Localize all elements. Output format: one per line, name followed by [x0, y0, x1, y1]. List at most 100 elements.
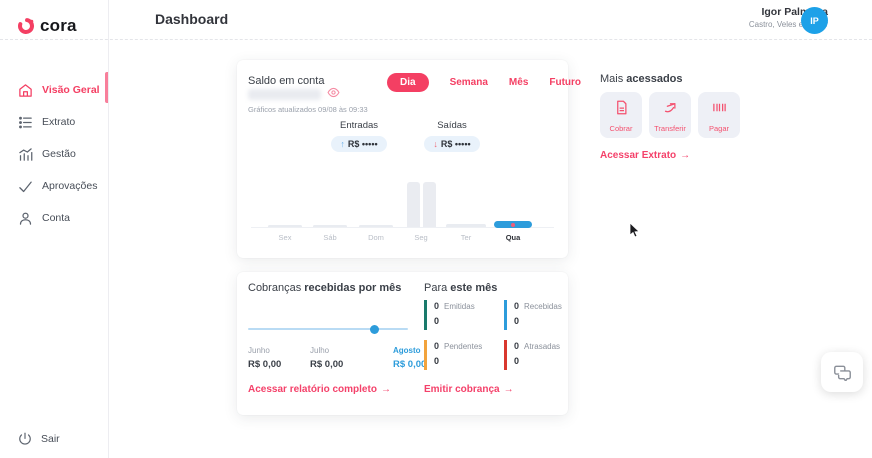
tab-mes[interactable]: Mês — [509, 77, 528, 88]
sidebar-item-label: Visão Geral — [42, 84, 100, 96]
line-chart-point — [370, 325, 379, 334]
emitir-cobranca-link[interactable]: Emitir cobrança → — [424, 384, 514, 395]
chart-icon — [18, 147, 33, 162]
balance-hidden-value — [248, 89, 321, 100]
eye-icon — [327, 86, 340, 99]
quick-access-title-prefix: Mais — [600, 73, 623, 85]
arrow-down-icon: ↓ — [433, 139, 438, 149]
charts-updated-text: Gráficos atualizados 09/08 às 09:33 — [248, 105, 368, 114]
sidebar-item-label: Gestão — [42, 148, 76, 160]
tab-dia[interactable]: Dia — [387, 73, 429, 92]
user-icon — [18, 211, 33, 226]
bar-seg — [407, 182, 420, 228]
stat-count: 0 — [514, 341, 519, 351]
charges-title-prefix: Cobranças — [248, 282, 301, 294]
line-chart-track — [248, 328, 408, 330]
cobrar-button[interactable]: Cobrar — [600, 92, 642, 138]
page-title: Dashboard — [155, 11, 228, 27]
logout-button[interactable]: Sair — [18, 432, 60, 446]
stat-label: Recebidas — [524, 302, 562, 311]
month-label: Julho — [310, 346, 343, 355]
stat-label: Atrasadas — [524, 342, 560, 351]
statement-icon — [18, 115, 33, 130]
stat-recebidas: 0Recebidas 0 — [504, 300, 580, 330]
sidebar-item-gestao[interactable]: Gestão — [18, 142, 106, 166]
month-summary-title: Paraeste mês — [424, 282, 497, 294]
mouse-cursor — [629, 222, 641, 238]
outflow-value-pill: ↓ R$ ••••• — [424, 136, 479, 152]
transferir-label: Transferir — [654, 124, 686, 133]
tab-semana[interactable]: Semana — [450, 77, 488, 88]
stat-count: 0 — [434, 301, 439, 311]
inflow-value: R$ ••••• — [348, 139, 378, 149]
balance-card: Saldo em conta Gráficos atualizados 09/0… — [237, 60, 568, 258]
month-value: R$ 0,00 — [310, 359, 343, 370]
brand-name: cora — [40, 16, 77, 36]
pagar-label: Pagar — [709, 124, 729, 133]
day-label: Sex — [279, 233, 292, 242]
acessar-extrato-label: Acessar Extrato — [600, 150, 676, 161]
charges-card: Cobrançasrecebidas por mês Junho R$ 0,00… — [237, 272, 568, 415]
avatar[interactable]: IP — [801, 7, 828, 34]
outflow-label: Saídas — [404, 120, 500, 131]
outflow-block: Saídas ↓ R$ ••••• — [404, 120, 500, 152]
stat-emitidas: 0Emitidas 0 — [424, 300, 500, 330]
sidebar-item-label: Extrato — [42, 116, 75, 128]
arrow-right-icon: → — [381, 384, 391, 395]
day-label-selected: Qua — [506, 233, 521, 242]
cora-logo: cora — [17, 16, 77, 36]
inflow-value-pill: ↑ R$ ••••• — [331, 136, 386, 152]
month-junho: Junho R$ 0,00 — [248, 346, 281, 370]
chat-icon — [833, 364, 852, 381]
transferir-button[interactable]: Transferir — [649, 92, 691, 138]
inflow-label: Entradas — [311, 120, 407, 131]
home-icon — [18, 83, 33, 98]
day-label: Seg — [414, 233, 427, 242]
month-summary-title-prefix: Para — [424, 282, 447, 294]
sidebar-item-extrato[interactable]: Extrato — [18, 110, 106, 134]
sidebar-item-aprovacoes[interactable]: Aprovações — [18, 174, 106, 198]
month-summary-title-bold: este mês — [450, 282, 497, 294]
day-label: Ter — [461, 233, 471, 242]
day-label: Sáb — [323, 233, 336, 242]
quick-actions: Cobrar Transferir Pagar — [600, 92, 740, 138]
invoice-icon — [614, 100, 629, 115]
acessar-relatorio-link[interactable]: Acessar relatório completo→ — [248, 384, 391, 395]
month-value: R$ 0,00 — [248, 359, 281, 370]
chat-widget-button[interactable] — [821, 352, 863, 392]
pagar-button[interactable]: Pagar — [698, 92, 740, 138]
day-label: Dom — [368, 233, 384, 242]
bar-seg-2 — [423, 182, 436, 228]
stat-value: 0 — [434, 316, 500, 326]
acessar-extrato-link[interactable]: Acessar Extrato → — [600, 150, 690, 161]
cora-logo-icon — [17, 17, 35, 35]
tab-futuro[interactable]: Futuro — [549, 77, 581, 88]
emitir-cobranca-label: Emitir cobrança — [424, 384, 500, 395]
sidebar-item-visao-geral[interactable]: Visão Geral — [18, 78, 106, 102]
charges-title-bold: recebidas por mês — [304, 282, 401, 294]
charges-title: Cobrançasrecebidas por mês — [248, 282, 401, 294]
stat-pendentes: 0Pendentes 0 — [424, 340, 500, 370]
period-tabs: Dia Semana Mês Futuro — [387, 73, 581, 92]
arrow-right-icon: → — [504, 384, 514, 395]
inflow-block: Entradas ↑ R$ ••••• — [311, 120, 407, 152]
stat-label: Pendentes — [444, 342, 482, 351]
month-label: Junho — [248, 346, 281, 355]
stat-value: 0 — [514, 356, 580, 366]
sidebar-item-label: Conta — [42, 212, 70, 224]
month-value: R$ 0,00 — [393, 359, 426, 370]
arrow-up-icon: ↑ — [340, 139, 345, 149]
toggle-balance-visibility[interactable] — [327, 86, 340, 104]
stat-atrasadas: 0 Atrasadas 0 — [504, 340, 580, 370]
outflow-value: R$ ••••• — [441, 139, 471, 149]
stat-count: 0 — [434, 341, 439, 351]
daily-balance-chart: Sex Sáb Dom Seg Ter Qua — [237, 175, 568, 245]
month-agosto-selected: Agosto R$ 0,00 — [393, 346, 426, 370]
active-item-indicator — [105, 72, 108, 103]
arrow-right-icon: → — [680, 150, 690, 161]
balance-label: Saldo em conta — [248, 75, 324, 87]
month-julho: Julho R$ 0,00 — [310, 346, 343, 370]
sidebar-item-conta[interactable]: Conta — [18, 206, 106, 230]
sidebar-item-label: Aprovações — [42, 180, 97, 192]
cobrar-label: Cobrar — [610, 124, 633, 133]
